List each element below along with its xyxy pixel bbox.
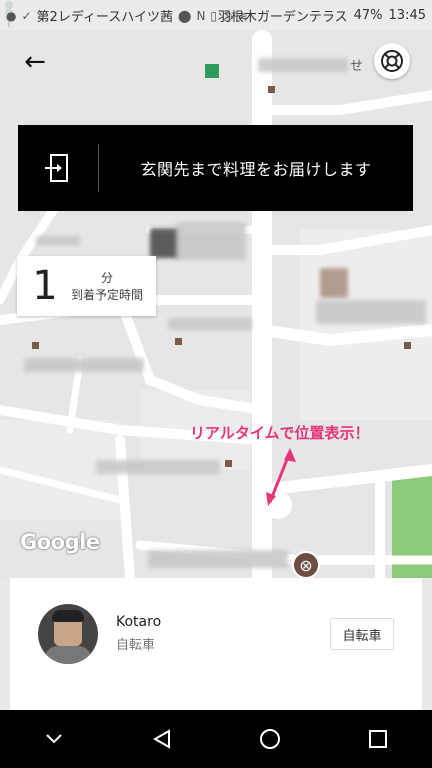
realtime-callout: リアルタイムで位置表示！ — [190, 424, 370, 442]
delivery-banner: 玄関先まで料理をお届けします — [18, 125, 413, 211]
chevron-down-icon[interactable] — [34, 719, 74, 759]
recents-square-icon[interactable] — [358, 719, 398, 759]
avatar — [38, 604, 98, 664]
door-icon — [18, 153, 98, 183]
blurred-label — [176, 222, 246, 260]
back-arrow-icon[interactable]: ← — [20, 48, 50, 78]
courier-vehicle: 自転車 — [116, 638, 156, 653]
store-label-fragment: せ — [350, 59, 364, 74]
home-circle-icon[interactable] — [250, 719, 290, 759]
eta-card: 1 分 到着予定時間 — [17, 256, 156, 316]
android-nav-bar — [0, 710, 432, 768]
courier-sheet: Kotaro 自転車 自転車 — [10, 578, 422, 710]
status-time: 13:45 — [388, 8, 426, 23]
eta-minutes: 1 — [32, 263, 58, 309]
callout-arrow-icon — [266, 448, 296, 506]
nfc-icon: N — [196, 8, 206, 23]
blurred-label — [148, 550, 288, 568]
vehicle-button[interactable]: 自転車 — [330, 618, 394, 650]
blurred-label — [36, 236, 80, 246]
google-logo: Google — [20, 530, 100, 554]
battery-percent: 47% — [353, 8, 383, 23]
blurred-label — [316, 300, 426, 324]
status-bar: ● ✓ 第2レディースハイツ茜 ⬤ N ▯ ◷ ≋ 羽根木ガーデンテラス 47%… — [0, 0, 432, 30]
blurred-label — [96, 460, 220, 474]
banner-message: 玄関先まで料理をお届けします — [140, 160, 372, 179]
vibrate-icon: ▯ — [210, 8, 218, 23]
back-triangle-icon[interactable] — [142, 719, 182, 759]
blurred-label — [320, 268, 348, 298]
eta-unit: 分 — [101, 271, 114, 285]
blurred-label — [168, 318, 252, 330]
destination-marker-icon[interactable]: ⊗ — [292, 551, 320, 578]
courier-name: Kotaro — [116, 614, 162, 630]
line-app-icon: ● — [6, 8, 17, 23]
blurred-label — [258, 58, 348, 72]
eta-label: 到着予定時間 — [71, 288, 144, 302]
blurred-label — [24, 358, 144, 372]
location-pin-icon: ⬤ — [178, 8, 192, 23]
status-carrier: 第2レディースハイツ茜 — [36, 10, 173, 25]
status-location-right: 羽根木ガーデンテラス — [217, 10, 348, 25]
check-icon: ✓ — [21, 8, 32, 23]
lifebuoy-icon[interactable] — [374, 43, 410, 79]
